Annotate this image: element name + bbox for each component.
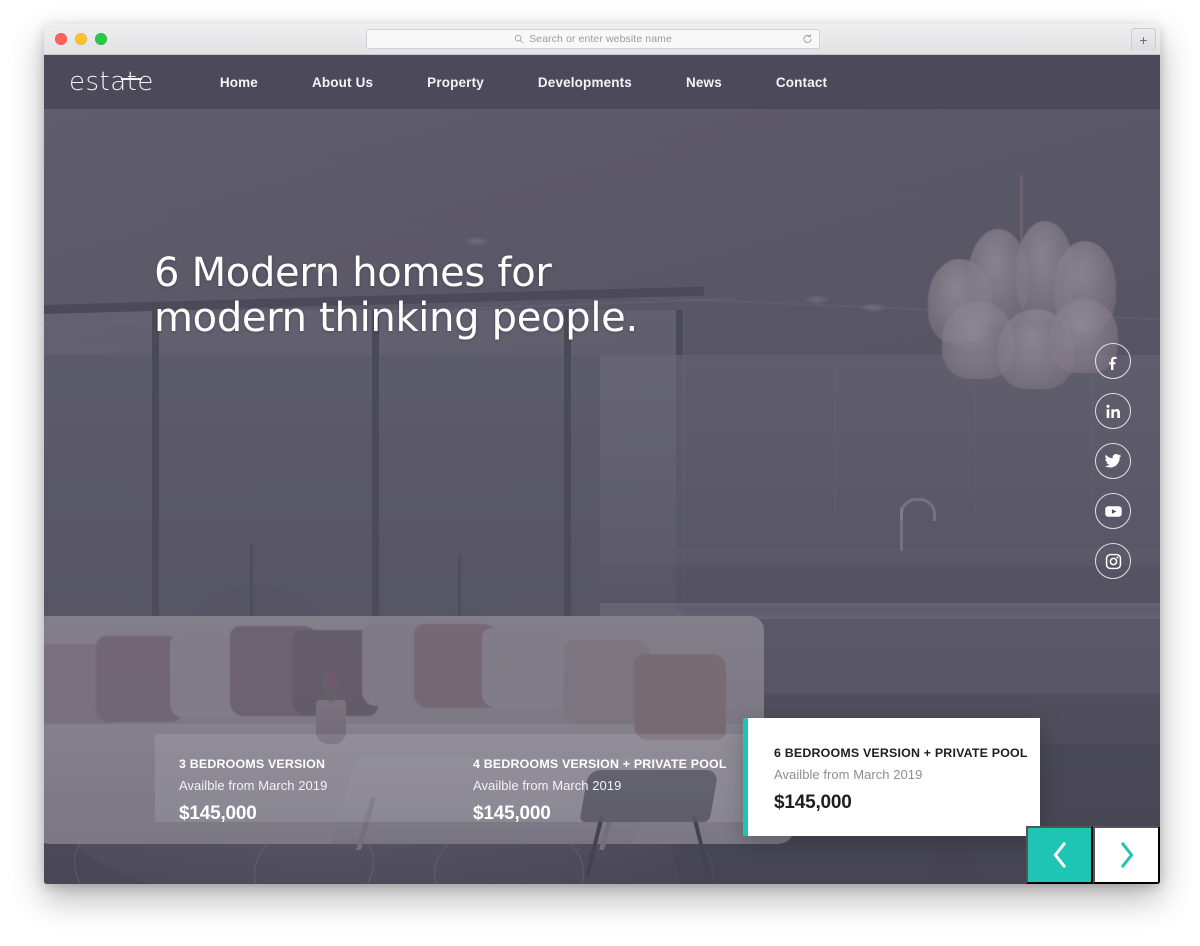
slider-navigation <box>1026 826 1160 884</box>
reload-icon[interactable] <box>802 33 813 45</box>
linkedin-link[interactable] <box>1095 393 1131 429</box>
property-card-price: $145,000 <box>473 803 551 824</box>
property-card-availability: Availble from March 2019 <box>473 778 622 793</box>
facebook-link[interactable] <box>1095 343 1131 379</box>
property-card-price: $145,000 <box>774 792 852 813</box>
youtube-icon <box>1104 505 1122 517</box>
window-controls <box>55 33 107 45</box>
maximize-window-button[interactable] <box>95 33 107 45</box>
nav-item-property[interactable]: Property <box>400 75 511 90</box>
property-card-availability: Availble from March 2019 <box>179 778 328 793</box>
property-card-active[interactable]: 6 BEDROOMS VERSION + PRIVATE POOL Availb… <box>743 718 1040 836</box>
nav-item-news[interactable]: News <box>659 75 749 90</box>
logo-accent-bar <box>120 78 142 80</box>
instagram-link[interactable] <box>1095 543 1131 579</box>
linkedin-icon <box>1105 404 1120 418</box>
facebook-icon <box>1108 356 1117 370</box>
chevron-left-icon <box>1053 842 1066 868</box>
site-navigation: estate Home About Us Property Developmen… <box>44 55 1160 109</box>
chevron-right-icon <box>1121 842 1134 868</box>
property-card-price: $145,000 <box>179 803 257 824</box>
hero-headline-line-1: 6 Modern homes for <box>154 250 552 296</box>
slider-prev-button[interactable] <box>1026 826 1093 884</box>
browser-titlebar: Search or enter website name + <box>44 24 1160 55</box>
nav-item-about-us[interactable]: About Us <box>285 75 400 90</box>
nav-item-developments[interactable]: Developments <box>511 75 659 90</box>
instagram-icon <box>1105 553 1121 569</box>
twitter-link[interactable] <box>1095 443 1131 479</box>
property-card-title: 6 BEDROOMS VERSION + PRIVATE POOL <box>774 746 1028 760</box>
nav-links: Home About Us Property Developments News… <box>193 75 854 90</box>
property-card-list: 3 BEDROOMS VERSION Availble from March 2… <box>155 718 1040 836</box>
address-bar-content: Search or enter website name <box>514 33 672 45</box>
hero-headline: 6 Modern homes for modern thinking peopl… <box>154 251 638 341</box>
property-card[interactable]: 4 BEDROOMS VERSION + PRIVATE POOL Availb… <box>449 734 743 824</box>
nav-item-contact[interactable]: Contact <box>749 75 854 90</box>
address-bar[interactable]: Search or enter website name <box>366 29 820 49</box>
search-icon <box>514 34 524 44</box>
site-logo-text: estate <box>69 67 154 97</box>
address-bar-placeholder: Search or enter website name <box>529 33 672 45</box>
nav-item-home[interactable]: Home <box>193 75 285 90</box>
website-viewport: estate Home About Us Property Developmen… <box>44 55 1160 884</box>
slider-next-button[interactable] <box>1093 826 1160 884</box>
close-window-button[interactable] <box>55 33 67 45</box>
social-links <box>1095 343 1131 579</box>
minimize-window-button[interactable] <box>75 33 87 45</box>
youtube-link[interactable] <box>1095 493 1131 529</box>
new-tab-button[interactable]: + <box>1131 28 1156 50</box>
browser-window: Search or enter website name + estate Ho… <box>44 24 1160 884</box>
property-card-title: 4 BEDROOMS VERSION + PRIVATE POOL <box>473 757 727 771</box>
property-card[interactable]: 3 BEDROOMS VERSION Availble from March 2… <box>155 734 449 824</box>
site-logo[interactable]: estate <box>69 67 154 97</box>
twitter-icon <box>1104 454 1122 468</box>
hero-headline-line-2: modern thinking people. <box>154 294 638 341</box>
new-tab-label: + <box>1139 31 1148 48</box>
property-card-availability: Availble from March 2019 <box>774 767 923 782</box>
property-card-title: 3 BEDROOMS VERSION <box>179 757 326 771</box>
